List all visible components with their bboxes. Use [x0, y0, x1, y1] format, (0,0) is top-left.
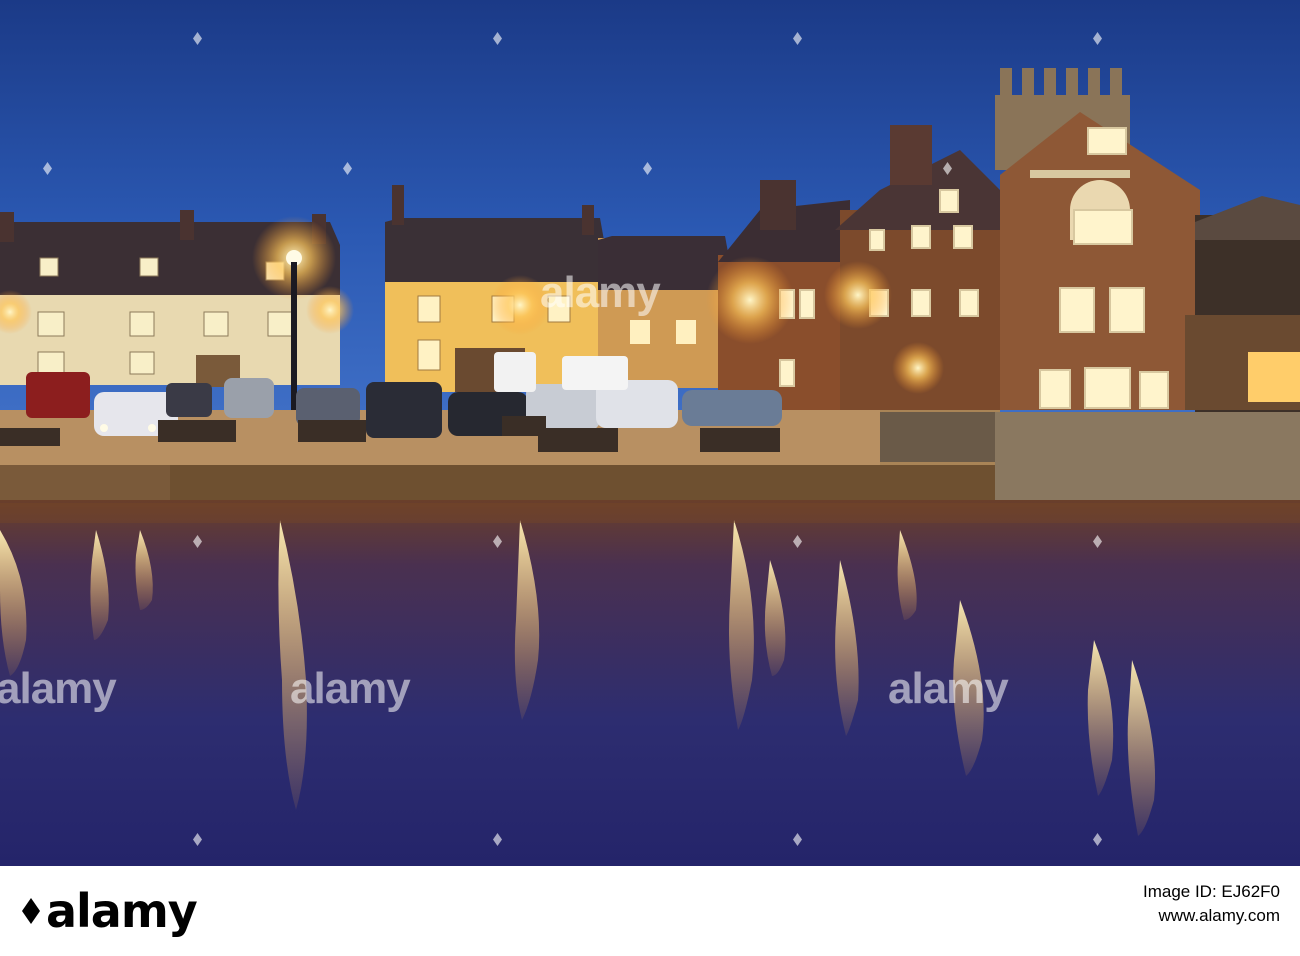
watermark-center: alamy: [540, 268, 661, 317]
alamy-logo[interactable]: alamy: [22, 876, 198, 946]
alamy-diamond-icon: [22, 898, 40, 924]
site-url[interactable]: www.alamy.com: [1143, 906, 1280, 926]
harbour-scene: [0, 0, 1300, 866]
logo-text: alamy: [46, 884, 198, 938]
photo: alamy alamy alamy alamy: [0, 0, 1300, 866]
watermark-mid: alamy: [290, 664, 411, 713]
watermark-left: alamy: [0, 664, 117, 713]
watermark-right: alamy: [888, 664, 1009, 713]
image-meta: Image ID: EJ62F0 www.alamy.com: [1143, 882, 1280, 926]
image-id: Image ID: EJ62F0: [1142, 882, 1280, 901]
stock-footer: alamy Image ID: EJ62F0 www.alamy.com: [0, 866, 1300, 956]
